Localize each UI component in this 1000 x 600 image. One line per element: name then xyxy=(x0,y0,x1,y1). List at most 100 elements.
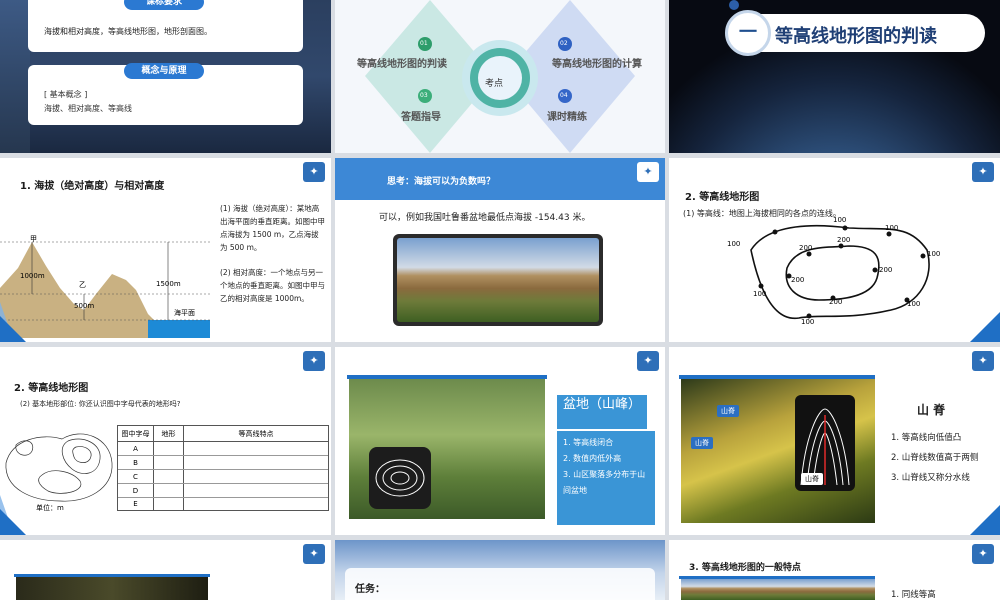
banner-concepts: 概念与原理 xyxy=(124,63,204,79)
section-title: 等高线地形图的判读 xyxy=(775,26,937,47)
basin-contour-inset xyxy=(369,447,431,509)
basin-feature-3: 3. 山区聚落多分布于山间盆地 xyxy=(563,470,646,495)
row-letter: D xyxy=(118,484,154,497)
landforms-title: 2. 等高线地形图 xyxy=(14,383,89,394)
concepts-card: 概念与原理 [ 基本概念 ] 海拔、相对高度、等高线 xyxy=(28,63,303,125)
slide-section-title[interactable]: 一 等高线地形图的判读 xyxy=(669,0,1000,153)
phone-frame xyxy=(393,234,603,326)
num-04: 04 xyxy=(560,92,568,99)
school-logo-icon: ✦ xyxy=(972,351,994,371)
relative-height-definition: (2) 相对高度：一个地点与另一个地点的垂直距离。如图中甲与乙的相对高度是 10… xyxy=(220,268,325,303)
table-row: E xyxy=(118,498,328,510)
contour-label-200: 200 xyxy=(829,298,843,306)
item-contour-reading[interactable]: 等高线地形图的判读 xyxy=(357,55,447,70)
ridge-feature-2: 2. 山脊线数值高于两侧 xyxy=(891,453,979,463)
feature-1: 1. 同线等高 xyxy=(891,590,936,600)
basin-title: 盆地（山峰） xyxy=(557,395,647,429)
label-yi: 乙 xyxy=(79,281,86,289)
slide-basin[interactable]: ✦ 盆地（山峰） 1. 等高线闭合 2. 数值内低外高 3. 山区聚落多分布于山… xyxy=(335,347,665,535)
landform-table: 图中字母 地形 等高线特点 A B C D E xyxy=(117,425,329,511)
map-unit-label: 单位：m xyxy=(36,504,64,512)
ridge-tag: 山脊 xyxy=(717,405,739,417)
center-label: 考点 xyxy=(485,79,504,89)
corner-decoration xyxy=(0,316,26,342)
banner-standards: 课标要求 xyxy=(124,0,204,10)
contour-label-100: 100 xyxy=(907,300,921,308)
city-skyline-image xyxy=(0,0,30,153)
slide-landforms[interactable]: ✦ 2. 等高线地形图 (2) 基本地形部位: 你还认识图中字母代表的地形吗? … xyxy=(0,347,331,535)
row-letter: C xyxy=(118,470,154,483)
school-logo-icon: ✦ xyxy=(637,351,659,371)
label-1500m: 1500m xyxy=(156,280,181,288)
slide-key-points[interactable]: 考点 01 02 03 04 等高线地形图的判读 等高线地形图的计算 答题指导 … xyxy=(335,0,665,153)
contour-label-100: 100 xyxy=(727,240,741,248)
contour-label-200: 200 xyxy=(879,266,893,274)
standards-text: 海拔和相对高度，等高线地形图，地形剖面图。 xyxy=(44,27,212,36)
row-letter: E xyxy=(118,498,154,510)
label-500m: 500m xyxy=(74,302,95,310)
slide-altitude[interactable]: ✦ 1. 海拔（绝对高度）与相对高度 甲 乙 1000m 1500m 500m … xyxy=(0,158,331,342)
task-card xyxy=(345,568,655,600)
slide-standards[interactable]: 课标要求 海拔和相对高度，等高线地形图，地形剖面图。 概念与原理 [ 基本概念 … xyxy=(0,0,331,153)
item-answer-guide[interactable]: 答题指导 xyxy=(401,108,441,123)
features-title: 3. 等高线地形图的一般特点 xyxy=(689,563,801,573)
table-row: B xyxy=(118,456,328,470)
contour-label-100: 100 xyxy=(927,250,941,258)
contour-label-100: 100 xyxy=(753,290,767,298)
ridge-tag: 山脊 xyxy=(691,437,713,449)
table-row: C xyxy=(118,470,328,484)
landform-contour-map xyxy=(5,433,113,502)
concepts-text: 海拔、相对高度、等高线 xyxy=(44,104,132,113)
num-02: 02 xyxy=(560,40,568,47)
slide-contour-definition[interactable]: ✦ 2. 等高线地形图 (1) 等高线：地图上海拔相同的各点的连线。 100 1… xyxy=(669,158,1000,342)
section-number: 一 xyxy=(725,10,771,56)
table-row: D xyxy=(118,484,328,498)
turpan-basin-photo xyxy=(397,238,599,322)
landforms-subtitle: (2) 基本地形部位: 你还认识图中字母代表的地形吗? xyxy=(20,400,181,408)
table-row: A xyxy=(118,442,328,456)
task-label: 任务： xyxy=(355,584,385,595)
basin-feature-1: 1. 等高线闭合 xyxy=(563,438,614,447)
ridge-feature-1: 1. 等高线向低值凸 xyxy=(891,433,962,443)
row-letter: B xyxy=(118,456,154,469)
school-logo-icon: ✦ xyxy=(637,162,659,182)
slide-ridge[interactable]: ✦ 山脊 山脊 山脊 山 脊 1. 等高线向低值凸 2. 山脊线数值高于两侧 3… xyxy=(669,347,1000,535)
row-letter: A xyxy=(118,442,154,455)
contour-label-100: 100 xyxy=(833,216,847,224)
basin-features-box: 1. 等高线闭合 2. 数值内低外高 3. 山区聚落多分布于山间盆地 xyxy=(557,431,655,525)
slide-grid: 课标要求 海拔和相对高度，等高线地形图，地形剖面图。 概念与原理 [ 基本概念 … xyxy=(0,0,1000,600)
slide-task[interactable]: 任务： xyxy=(335,540,665,600)
standards-card: 课标要求 海拔和相对高度，等高线地形图，地形剖面图。 xyxy=(28,0,303,52)
answer-text: 可以，例如我国吐鲁番盆地最低点海拔 -154.43 米。 xyxy=(379,213,591,223)
contour-label-200: 200 xyxy=(837,236,851,244)
contour-label-100: 100 xyxy=(801,318,815,326)
item-practice[interactable]: 课时精练 xyxy=(547,108,587,123)
table-header: 图中字母 xyxy=(118,426,154,441)
basin-contour-drawing xyxy=(375,459,425,497)
corner-decoration xyxy=(970,505,1000,535)
slide-valley[interactable]: ✦ xyxy=(0,540,331,600)
ridge-title: 山 脊 xyxy=(917,403,946,417)
features-photo xyxy=(681,579,875,600)
slide-negative-altitude[interactable]: ✦ 思考：海拔可以为负数吗？ 可以，例如我国吐鲁番盆地最低点海拔 -154.43… xyxy=(335,158,665,342)
contour-map xyxy=(750,224,930,319)
corner-decoration xyxy=(970,312,1000,342)
contour-label-200: 200 xyxy=(799,244,813,252)
altitude-definition: (1) 海拔（绝对高度）：某地高出海平面的垂直距离。如图中甲点海拔为 1500 … xyxy=(220,204,325,252)
basin-feature-2: 2. 数值内低外高 xyxy=(563,454,622,463)
label-sea-level: 海平面 xyxy=(174,309,195,317)
table-header: 地形 xyxy=(154,426,184,441)
slide-contour-features[interactable]: ✦ 3. 等高线地形图的一般特点 1. 同线等高 xyxy=(669,540,1000,600)
school-logo-icon: ✦ xyxy=(303,162,325,182)
school-logo-icon: ✦ xyxy=(972,544,994,564)
ridge-feature-3: 3. 山脊线又称分水线 xyxy=(891,473,970,483)
num-03: 03 xyxy=(420,92,428,99)
label-jia: 甲 xyxy=(30,235,37,243)
ridge-tag: 山脊 xyxy=(801,473,823,485)
item-contour-calc[interactable]: 等高线地形图的计算 xyxy=(552,55,642,70)
school-logo-icon: ✦ xyxy=(303,544,325,564)
altitude-title: 1. 海拔（绝对高度）与相对高度 xyxy=(20,181,165,192)
label-1000m: 1000m xyxy=(20,272,45,280)
table-header: 等高线特点 xyxy=(238,430,274,438)
num-01: 01 xyxy=(420,40,428,47)
